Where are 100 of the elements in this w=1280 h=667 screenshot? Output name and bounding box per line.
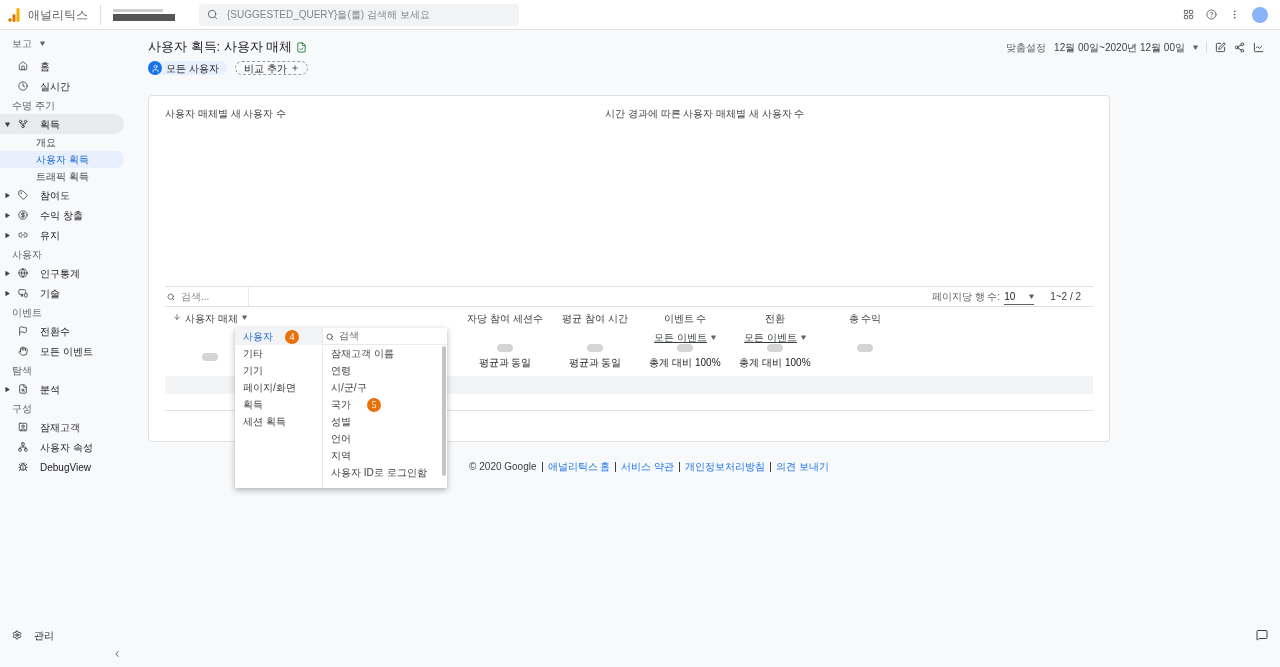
- column-header[interactable]: 전환: [765, 311, 785, 326]
- category-option[interactable]: 기타: [235, 345, 322, 362]
- sidebar-item[interactable]: 수익 창출: [0, 205, 124, 225]
- caret-icon: [241, 315, 247, 320]
- sidebar-item[interactable]: 잠재고객: [0, 417, 124, 437]
- expand-caret-icon[interactable]: [4, 270, 10, 276]
- sidebar-item[interactable]: DebugView: [0, 457, 124, 477]
- caret-icon: [1193, 44, 1198, 50]
- sidebar-item[interactable]: 획득: [0, 114, 124, 134]
- footer-link[interactable]: 애널리틱스 홈: [547, 459, 611, 474]
- dimension-option[interactable]: 사용자 ID로 로그인함: [323, 464, 442, 481]
- column-header[interactable]: 총 수익: [848, 311, 882, 326]
- expand-caret-icon[interactable]: [4, 232, 10, 238]
- column-header[interactable]: 이벤트 수: [663, 311, 707, 326]
- sidebar-item[interactable]: 사용자 속성: [0, 437, 124, 457]
- expand-caret-icon[interactable]: [4, 386, 10, 392]
- blurred-value: [497, 344, 513, 352]
- category-option[interactable]: 사용자 4: [235, 328, 322, 345]
- search-icon: [167, 293, 175, 301]
- sidebar-item[interactable]: 인구통계: [0, 263, 124, 283]
- search-field[interactable]: {SUGGESTED_QUERY}을(를) 검색해 보세요: [199, 3, 519, 26]
- bar-chart-logo-icon: [8, 7, 20, 22]
- expand-caret-icon[interactable]: [4, 290, 10, 296]
- column-header[interactable]: 자당 참여 세션수: [467, 311, 543, 326]
- sidebar-item[interactable]: 기술: [0, 283, 124, 303]
- dimension-option[interactable]: 시/군/구: [323, 379, 442, 396]
- caret-icon: [710, 335, 716, 340]
- document-search-icon: [18, 384, 28, 394]
- sidebar-item[interactable]: 참여도: [0, 185, 124, 205]
- plus-icon: [290, 64, 299, 72]
- blurred-value: [857, 344, 873, 352]
- table-cell-text: 총계 대비 100%: [649, 356, 721, 370]
- sidebar-subitem[interactable]: 개요: [0, 134, 124, 151]
- column-filter-link[interactable]: 모든 이벤트: [744, 330, 797, 345]
- page-title: 사용자 획득: 사용자 매체: [148, 38, 293, 57]
- dimension-option[interactable]: 국가 5: [323, 396, 442, 413]
- dropdown-search-field[interactable]: 검색: [323, 328, 433, 344]
- search-icon: [207, 8, 218, 20]
- category-option[interactable]: 페이지/화면: [235, 379, 322, 396]
- sidebar-item[interactable]: 유지: [0, 225, 124, 245]
- dollar-icon: [18, 210, 28, 220]
- expand-caret-icon[interactable]: [4, 212, 10, 218]
- clock-icon: [18, 81, 28, 91]
- trend-line-icon[interactable]: [1253, 41, 1264, 53]
- blurred-value: [587, 344, 603, 352]
- section-label: 수명 주기: [11, 98, 56, 113]
- footer-link[interactable]: 서비스 약관: [621, 459, 675, 474]
- dimension-option[interactable]: 잠재고객 이름: [323, 345, 442, 362]
- table-search-field[interactable]: 검색...: [165, 287, 245, 306]
- category-option[interactable]: 기기: [235, 362, 322, 379]
- chart-title: 시간 경과에 따른 사용자 매체별 새 사용자 수: [605, 107, 805, 121]
- tag-icon: [18, 190, 28, 200]
- hand-icon: [18, 346, 28, 356]
- sidebar-item[interactable]: 전환수: [0, 321, 124, 341]
- dimension-option[interactable]: 지역: [323, 447, 442, 464]
- globe-icon: [18, 268, 28, 278]
- segment-chip[interactable]: 모든 사용자: [148, 61, 227, 75]
- column-header[interactable]: 평균 참여 시간: [562, 311, 628, 326]
- sort-arrow-icon[interactable]: [173, 313, 181, 321]
- footer-link[interactable]: 개인정보처리방침: [685, 459, 766, 474]
- expand-caret-icon[interactable]: [4, 192, 10, 198]
- footer-link[interactable]: 의견 보내기: [776, 459, 829, 474]
- sidebar-item[interactable]: 분석: [0, 379, 124, 399]
- category-option[interactable]: 획득: [235, 396, 322, 413]
- blurred-value: [677, 344, 693, 352]
- section-label: 사용자: [11, 247, 43, 262]
- table-cell-text: 총계 대비 100%: [739, 356, 811, 370]
- share-icon[interactable]: [1234, 41, 1245, 53]
- link-icon: [18, 230, 28, 240]
- sidebar-item[interactable]: 실시간: [0, 76, 124, 96]
- sidebar-subitem[interactable]: 트래픽 획득: [0, 168, 124, 185]
- help-icon[interactable]: [1206, 9, 1217, 20]
- branch-icon: [18, 119, 28, 129]
- column-header[interactable]: 사용자 매체: [185, 311, 238, 326]
- column-filter-link[interactable]: 모든 이벤트: [654, 330, 707, 345]
- scrollbar-thumb[interactable]: [442, 346, 446, 476]
- sidebar-item[interactable]: 홈: [0, 56, 124, 76]
- document-check-icon[interactable]: [296, 41, 308, 53]
- step-marker: 5: [367, 397, 381, 412]
- sidebar-item[interactable]: 모든 이벤트: [0, 341, 124, 361]
- sidebar-subitem[interactable]: 사용자 획득: [0, 151, 124, 168]
- pagination-text: 1~2 / 2: [1050, 290, 1081, 304]
- collapse-icon[interactable]: [112, 649, 122, 659]
- feedback-icon[interactable]: [1256, 629, 1268, 641]
- rows-per-page-select[interactable]: 10: [1004, 288, 1035, 305]
- apps-grid-icon[interactable]: [1183, 9, 1194, 20]
- sidebar-item[interactable]: 관리: [0, 625, 130, 645]
- report-label: 보고: [12, 36, 32, 51]
- expand-caret-icon[interactable]: [4, 121, 10, 127]
- caret-icon: [1029, 293, 1035, 299]
- dimension-option[interactable]: 성별: [323, 413, 442, 430]
- table-cell-text: 평균과 동일: [478, 356, 532, 370]
- date-range[interactable]: 12월 00일~2020년 12월 00일: [1054, 39, 1185, 55]
- dimension-option[interactable]: 연령: [323, 362, 442, 379]
- chart-title: 사용자 매체별 새 사용자 수: [165, 107, 288, 121]
- category-option[interactable]: 세션 획득: [235, 413, 322, 430]
- edit-icon[interactable]: [1215, 41, 1226, 53]
- home-icon: [18, 61, 28, 71]
- rows-per-page-label: 페이지당 행 수:: [931, 290, 1001, 304]
- dimension-option[interactable]: 언어: [323, 430, 442, 447]
